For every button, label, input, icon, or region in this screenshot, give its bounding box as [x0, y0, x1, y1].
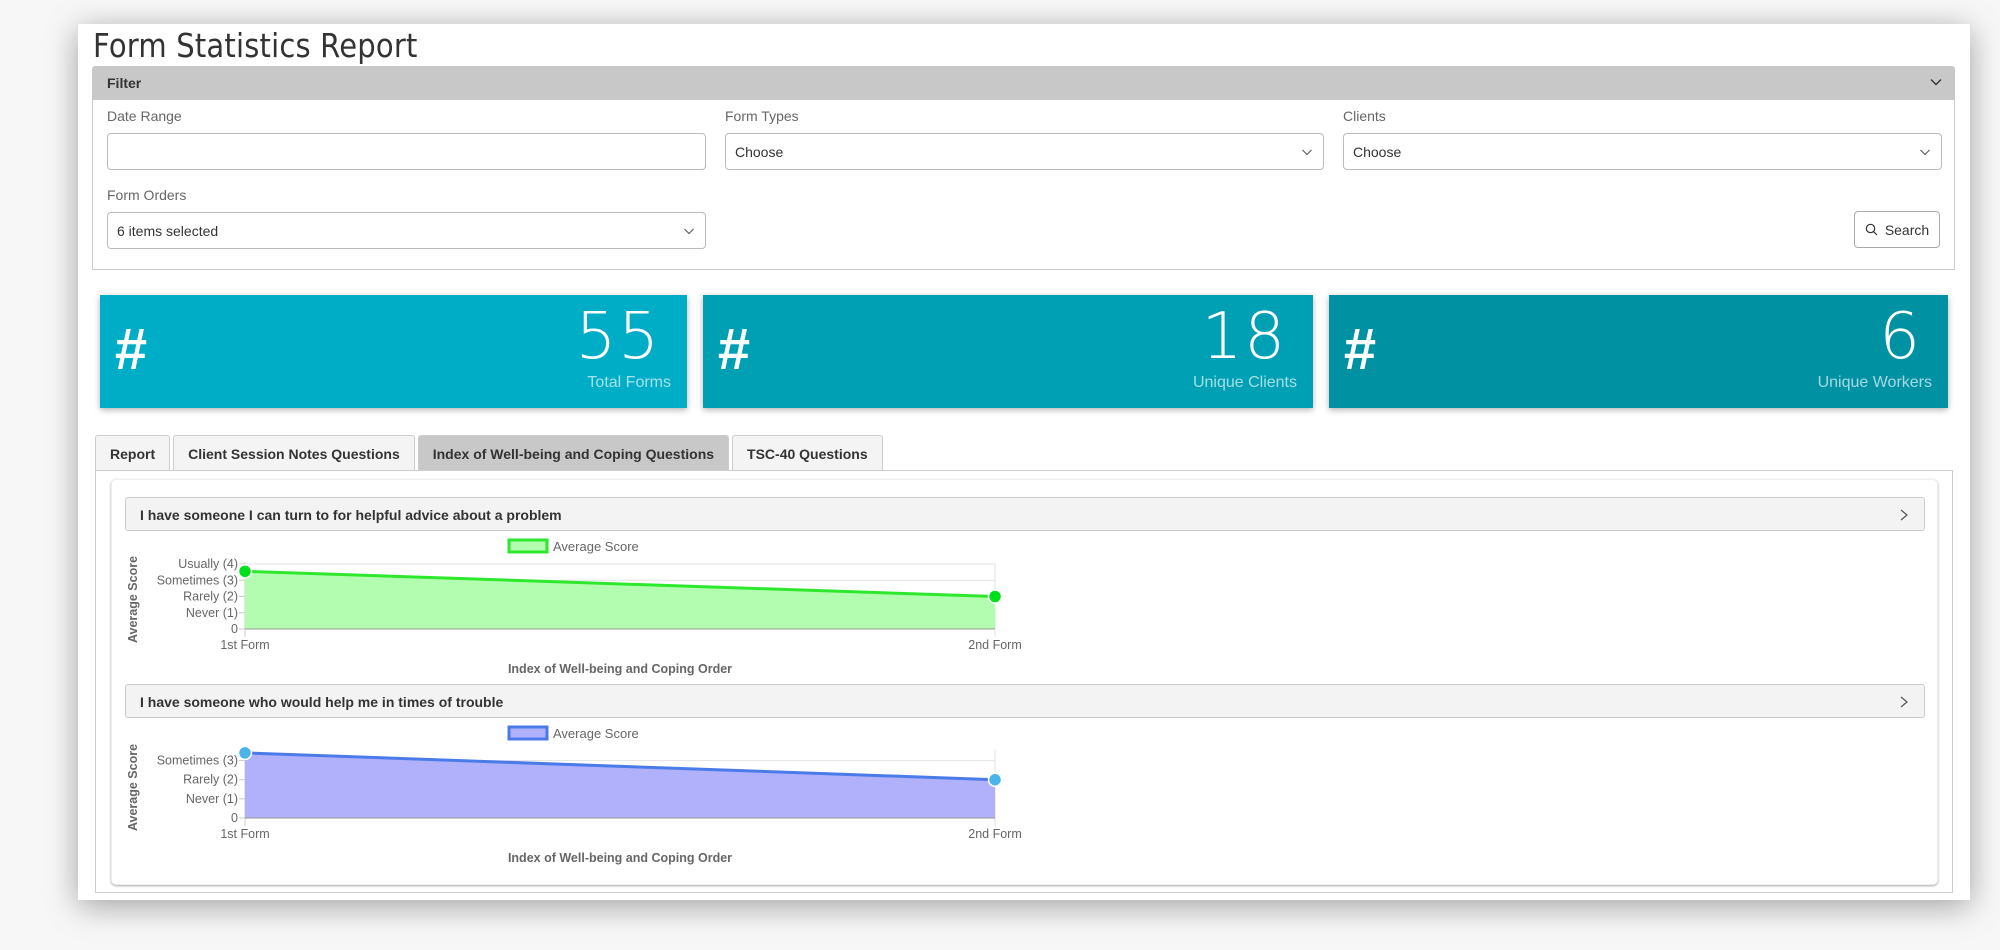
y-axis-title: Average Score	[126, 556, 140, 643]
data-point	[237, 564, 253, 579]
clients-select[interactable]: Choose	[1343, 133, 1942, 170]
tab-wellbeing-coping[interactable]: Index of Well-being and Coping Questions	[417, 435, 730, 470]
chevron-down-icon	[1920, 149, 1930, 156]
kpi-caption: Unique Clients	[1192, 374, 1297, 391]
area-chart: Average Score 0 Never (1) Rarely (2) Sometim…	[126, 725, 1022, 865]
y-tick-label: Usually (4)	[178, 557, 238, 571]
filter-header-label: Filter	[107, 75, 142, 91]
date-range-input[interactable]	[107, 133, 706, 170]
questions-card: I have someone I can turn to for helpful…	[111, 479, 1938, 885]
tab-tsc40[interactable]: TSC-40 Questions	[732, 435, 883, 470]
x-tick-label: 1st Form	[220, 638, 269, 652]
form-types-label: Form Types	[725, 108, 799, 124]
hash-icon: #	[114, 317, 147, 382]
y-tick-label: Rarely (2)	[183, 773, 238, 787]
tab-client-session-notes[interactable]: Client Session Notes Questions	[173, 435, 415, 470]
area-chart: Average Score 0 Never (1) Rarely (2) Sometim…	[126, 538, 1022, 676]
x-tick-label: 2nd Form	[968, 827, 1022, 841]
date-range-label: Date Range	[107, 108, 182, 124]
chart-1: Average Score 0 Never (1) Rarely (2) Sometim…	[112, 531, 1112, 681]
kpi-caption: Unique Workers	[1817, 374, 1932, 391]
question-title: I have someone who would help me in time…	[140, 694, 504, 710]
y-tick-label: Rarely (2)	[183, 590, 238, 604]
chart-2: Average Score 0 Never (1) Rarely (2) Sometim…	[112, 718, 1112, 868]
report-tabs: Report Client Session Notes Questions In…	[95, 435, 883, 470]
legend-label: Average Score	[553, 726, 639, 741]
form-types-group: Form Types Choose	[725, 108, 1324, 170]
hash-icon: #	[717, 317, 750, 382]
report-page: Form Statistics Report Filter Date Range…	[78, 24, 1970, 900]
kpi-value: 6	[1879, 300, 1922, 374]
area-fill	[245, 752, 995, 818]
y-tick-label: Never (1)	[186, 792, 238, 806]
kpi-unique-clients: # 18 Unique Clients	[703, 295, 1313, 408]
y-axis-title: Average Score	[126, 744, 140, 831]
filter-panel-header[interactable]: Filter	[92, 66, 1955, 100]
chevron-right-icon	[1900, 509, 1908, 521]
clients-label: Clients	[1343, 108, 1386, 124]
chevron-down-icon[interactable]	[1929, 75, 1943, 89]
y-tick-label: Never (1)	[186, 606, 238, 620]
y-tick-label: 0	[231, 622, 238, 636]
date-range-group: Date Range	[107, 108, 706, 170]
kpi-caption: Total Forms	[587, 374, 671, 391]
search-button-label: Search	[1884, 221, 1930, 238]
clients-group: Clients Choose	[1343, 108, 1942, 170]
kpi-unique-workers: # 6 Unique Workers	[1329, 295, 1948, 408]
x-axis-title: Index of Well-being and Coping Order	[508, 662, 732, 676]
data-point	[987, 772, 1003, 787]
form-orders-value: 6 items selected	[117, 223, 219, 239]
form-orders-label: Form Orders	[107, 187, 187, 203]
hash-icon: #	[1343, 317, 1376, 382]
chevron-down-icon	[1302, 149, 1312, 156]
kpi-value: 55	[575, 300, 661, 374]
chevron-down-icon	[684, 228, 694, 235]
kpi-value: 18	[1201, 300, 1287, 374]
tab-report[interactable]: Report	[95, 435, 171, 470]
y-tick-label: Sometimes (3)	[157, 754, 238, 768]
x-tick-label: 1st Form	[220, 827, 269, 841]
legend-label: Average Score	[553, 539, 639, 554]
x-axis-title: Index of Well-being and Coping Order	[508, 851, 732, 865]
legend-swatch	[507, 538, 549, 554]
form-orders-select[interactable]: 6 items selected	[107, 212, 706, 249]
chevron-right-icon	[1900, 696, 1908, 708]
question-accordion-header[interactable]: I have someone who would help me in time…	[125, 684, 1925, 718]
form-types-value: Choose	[735, 144, 784, 160]
y-tick-label: Sometimes (3)	[157, 573, 238, 587]
tab-content: I have someone I can turn to for helpful…	[95, 470, 1953, 893]
data-point	[237, 745, 253, 761]
form-types-select[interactable]: Choose	[725, 133, 1324, 170]
y-tick-label: 0	[231, 811, 238, 825]
clients-value: Choose	[1353, 144, 1402, 160]
question-accordion-header[interactable]: I have someone I can turn to for helpful…	[125, 497, 1925, 531]
page-title: Form Statistics Report	[93, 26, 418, 65]
legend-swatch	[507, 725, 549, 741]
question-title: I have someone I can turn to for helpful…	[140, 507, 562, 523]
search-icon	[1865, 223, 1878, 236]
data-point	[987, 589, 1003, 604]
form-orders-group: Form Orders 6 items selected	[107, 187, 706, 249]
search-button[interactable]: Search	[1854, 211, 1940, 248]
filter-panel-body: Date Range Form Types Choose Clients Cho…	[92, 100, 1955, 270]
kpi-total-forms: # 55 Total Forms	[100, 295, 687, 408]
x-tick-label: 2nd Form	[968, 638, 1022, 652]
